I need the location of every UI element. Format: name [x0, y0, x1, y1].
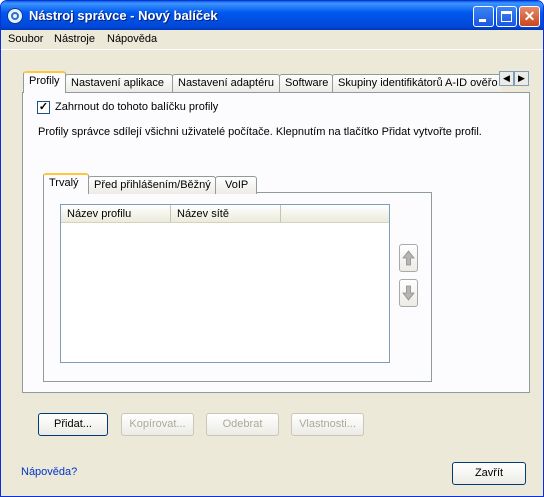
tab-scroll-right-button[interactable]: ▶ [514, 71, 529, 86]
tab-scroll-left-button[interactable]: ◀ [499, 71, 514, 86]
main-tabs: Profily Nastavení aplikace Nastavení ada… [23, 71, 501, 93]
close-icon: ✕ [523, 8, 536, 24]
arrow-down-icon [402, 285, 415, 301]
help-link[interactable]: Nápověda? [21, 466, 77, 478]
tab-prelogon-common[interactable]: Před přihlášením/Běžný [88, 176, 216, 194]
menu-help[interactable]: Nápověda [107, 33, 157, 45]
triangle-left-icon: ◀ [503, 73, 510, 83]
tab-voip[interactable]: VoIP [215, 176, 257, 194]
profile-list[interactable]: Název profilu Název sítě [60, 204, 390, 363]
move-up-button[interactable] [399, 244, 418, 272]
column-empty[interactable] [281, 205, 389, 222]
window-title: Nástroj správce - Nový balíček [29, 8, 218, 23]
add-button[interactable]: Přidat... [38, 413, 108, 436]
tab-profiles[interactable]: Profily [23, 71, 66, 93]
title-bar[interactable]: Nástroj správce - Nový balíček ✕ [1, 1, 543, 30]
tab-software[interactable]: Software [279, 74, 333, 92]
move-down-button[interactable] [399, 279, 418, 307]
app-icon [7, 8, 23, 24]
profile-list-header: Název profilu Název sítě [61, 205, 389, 223]
close-window-button[interactable]: ✕ [519, 6, 540, 27]
tab-persistent[interactable]: Trvalý [43, 173, 89, 194]
maximize-button[interactable] [496, 6, 517, 27]
minimize-button[interactable] [473, 6, 494, 27]
profile-type-tabs: Trvalý Před přihlášením/Běžný VoIP [43, 173, 273, 194]
include-profiles-label[interactable]: Zahrnout do tohoto balíčku profily [55, 101, 218, 113]
tab-adapter-settings[interactable]: Nastavení adaptéru [172, 74, 280, 92]
profiles-info-text: Profily správce sdílejí všichni uživatel… [38, 126, 482, 138]
admin-tool-window: Nástroj správce - Nový balíček ✕ Soubor … [0, 0, 544, 497]
close-button[interactable]: Zavřít [452, 462, 526, 485]
tab-aid-groups[interactable]: Skupiny identifikátorů A-ID ověřo [332, 74, 501, 92]
tab-app-settings[interactable]: Nastavení aplikace [65, 74, 173, 92]
remove-button[interactable]: Odebrat [206, 413, 279, 436]
checkmark-icon: ✓ [38, 101, 49, 113]
menu-file[interactable]: Soubor [8, 33, 43, 45]
column-profile-name[interactable]: Název profilu [61, 205, 171, 222]
properties-button[interactable]: Vlastnosti... [291, 413, 364, 436]
triangle-right-icon: ▶ [518, 73, 525, 83]
menu-bar: Soubor Nástroje Nápověda [1, 30, 543, 50]
include-profiles-checkbox[interactable]: ✓ [37, 101, 50, 114]
column-network-name[interactable]: Název sítě [171, 205, 281, 222]
copy-button[interactable]: Kopírovat... [121, 413, 194, 436]
menu-tools[interactable]: Nástroje [54, 33, 95, 45]
arrow-up-icon [402, 250, 415, 266]
